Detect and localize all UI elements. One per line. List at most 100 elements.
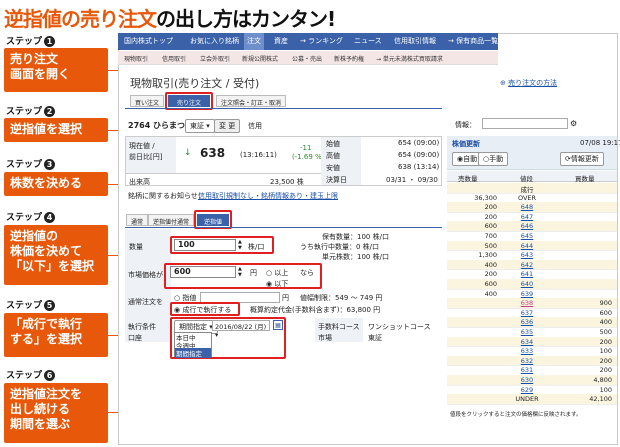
board-price[interactable]: 637	[507, 309, 547, 317]
subnav-item[interactable]: 新規公開株式	[242, 54, 278, 63]
board-price[interactable]: 635	[507, 328, 547, 336]
board-price[interactable]: 633	[507, 347, 547, 355]
dropdown-option-selected[interactable]: 期間指定	[175, 348, 211, 358]
nav-item[interactable]: 国内株式トップ	[124, 36, 173, 46]
volume-label: 出来高	[129, 178, 150, 186]
board-price[interactable]: 641	[507, 270, 547, 278]
price-label: 現在値 /	[129, 142, 155, 150]
col-sell: 売数量	[458, 175, 478, 183]
info-select[interactable]	[482, 118, 568, 129]
trigger-unit: 円	[250, 269, 257, 277]
tab-stop[interactable]: 逆指値	[197, 214, 229, 226]
change-button[interactable]: 変 更	[214, 119, 241, 133]
board-price[interactable]: 645	[507, 232, 547, 240]
credit-label: 信用	[248, 122, 262, 130]
tab-normal[interactable]: 通常	[126, 214, 149, 226]
board-price[interactable]: 631	[507, 366, 547, 374]
step-1-box: 売り注文 画面を開く	[4, 48, 108, 92]
stock-name: 2764 ひらまつ	[128, 121, 186, 130]
nav-item[interactable]: お気に入り銘柄	[190, 36, 239, 46]
nav-item[interactable]: ニュース	[354, 36, 382, 46]
tab-underline	[125, 108, 442, 109]
board-price[interactable]: 642	[507, 261, 547, 269]
date-select[interactable]: 2016/08/22 (月) ▾	[212, 320, 270, 339]
subnav-item[interactable]: 公募・売出	[292, 54, 322, 63]
board-price[interactable]: 629	[507, 386, 547, 394]
qty-stepper[interactable]: ▲ ▼	[238, 239, 242, 251]
board-price[interactable]: 644	[507, 242, 547, 250]
board-sell-qty: 36,300	[474, 193, 497, 202]
qty-input[interactable]: 100	[174, 239, 236, 251]
trigger-stepper[interactable]: ▲ ▼	[238, 266, 242, 278]
current-price: 638	[200, 146, 226, 160]
subnav-item[interactable]: → 単元未満株式買取請求	[376, 54, 443, 63]
high-label: 高値	[326, 152, 340, 160]
board-price[interactable]: 636	[507, 318, 547, 326]
step-6-label: ステップ 6	[6, 368, 56, 381]
open-value: 654 (09:00)	[398, 139, 440, 147]
step-5-label: ステップ 5	[6, 298, 56, 311]
board-price[interactable]: 648	[507, 203, 547, 211]
tab-buy[interactable]: 買い注文	[130, 95, 165, 107]
price-time: (13:16:11)	[240, 151, 277, 159]
nav-item[interactable]: 資産	[274, 36, 288, 46]
trigger-price-input[interactable]: 600	[170, 266, 236, 278]
step-4-label: ステップ 4	[6, 210, 56, 223]
nav-item[interactable]: → ランキング	[300, 36, 343, 46]
board-price[interactable]: 647	[507, 213, 547, 221]
refresh-button[interactable]: ⟳情報更新	[560, 152, 604, 166]
radio-above[interactable]: ○ 以上	[266, 268, 288, 278]
board-price[interactable]: 630	[507, 376, 547, 384]
gear-icon[interactable]: ⚙	[570, 119, 577, 128]
board-price[interactable]: 638	[507, 299, 547, 307]
trigger-suffix: なら	[300, 269, 314, 277]
board-price[interactable]: 640	[507, 280, 547, 288]
board-buy-qty: 200	[599, 366, 612, 375]
board-buy-qty: 200	[599, 337, 612, 346]
board-price[interactable]: 632	[507, 357, 547, 365]
help-link[interactable]: ⊕ 売り注文の方法	[500, 78, 557, 88]
headline: 逆指値の売り注文の出し方はカンタン!	[4, 7, 336, 31]
settle-label: 決算日	[326, 176, 347, 184]
main-nav: 国内株式トップ お気に入り銘柄 注文 資産 → ランキング ニュース 信用取引情…	[118, 33, 498, 50]
nav-item-active[interactable]: 注文	[244, 33, 264, 50]
down-arrow-icon: ↓	[184, 148, 192, 158]
radio-market[interactable]: ◉ 成行で執行する	[174, 305, 231, 315]
nav-item[interactable]: → 保有商品一覧	[448, 36, 498, 46]
qty-label: 数量	[129, 243, 143, 251]
subnav-item[interactable]: 新株予約権	[334, 54, 364, 63]
tab-sell[interactable]: 売り注文	[168, 95, 210, 107]
estimate: 概算約定代金(手数料含まず)：63,800 円	[250, 306, 381, 314]
board-price[interactable]: 639	[507, 290, 547, 298]
board-sell-qty: 400	[484, 260, 497, 269]
tab-inquiry[interactable]: 注文照会・訂正・取消	[216, 95, 287, 107]
subnav-item[interactable]: 立会外取引	[200, 54, 230, 63]
tab-stop-normal[interactable]: 逆指値付通常	[148, 214, 195, 226]
low-label: 安値	[326, 164, 340, 172]
notice-label: 銘柄に関するお知らせ：	[128, 192, 205, 200]
board-buy-qty: 4,800	[593, 376, 612, 384]
board-price[interactable]: 634	[507, 338, 547, 346]
fee-value: ワンショットコース	[368, 323, 431, 331]
board-price[interactable]: 646	[507, 222, 547, 230]
subnav-item[interactable]: 信用取引	[162, 54, 186, 63]
fee-label: 手数料コース	[318, 323, 360, 331]
subnav-item[interactable]: 現物取引	[124, 54, 148, 63]
limit-unit: 円	[282, 294, 289, 302]
board-buy-qty: 500	[599, 328, 612, 336]
board-sell-qty: 500	[484, 241, 497, 250]
account-label: 口座	[128, 334, 142, 342]
manual-toggle[interactable]: ○手動	[478, 152, 509, 166]
market-select[interactable]: 東証 ▾	[185, 119, 215, 133]
low-value: 638 (13:14)	[398, 163, 440, 171]
notice-link[interactable]: 信用取引規制なし・銘柄情報あり・建玉上限	[198, 191, 338, 201]
qty-unit: 株/口	[248, 243, 265, 251]
trigger-label: 市場価格が	[128, 271, 163, 279]
calendar-icon[interactable]: ▦	[273, 320, 283, 330]
board-price[interactable]: 643	[507, 251, 547, 259]
radio-below[interactable]: ◉ 以下	[266, 279, 288, 289]
board-price: OVER	[517, 193, 537, 202]
divider	[126, 173, 321, 174]
board-buy-qty: 100	[599, 385, 612, 394]
nav-item[interactable]: 信用取引情報	[394, 36, 436, 46]
